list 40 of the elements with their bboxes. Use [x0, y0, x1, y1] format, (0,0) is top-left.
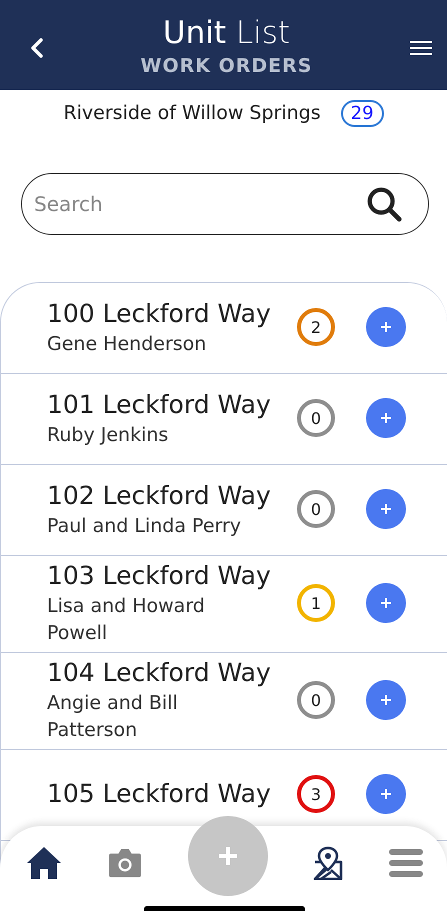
add-button[interactable]	[366, 307, 406, 347]
screen-title: Unit List	[162, 14, 290, 53]
add-button[interactable]	[366, 489, 406, 529]
unit-address: 102 Leckford Way	[47, 480, 272, 512]
property-name: Riverside of Willow Springs	[63, 102, 321, 124]
work-order-count: 0	[297, 681, 335, 719]
unit-address: 105 Leckford Way	[47, 778, 272, 810]
resident-name: Paul and Linda Perry	[47, 514, 242, 538]
resident-name: Gene Henderson	[47, 332, 208, 356]
map-pin-icon[interactable]	[313, 846, 344, 880]
add-button[interactable]	[366, 774, 406, 814]
resident-name: Angie and Bill Patterson	[47, 691, 179, 743]
plus-icon	[380, 503, 392, 515]
work-order-count: 0	[297, 490, 335, 528]
work-order-count: 2	[297, 308, 335, 346]
unit-address: 104 Leckford Way	[47, 657, 272, 689]
resident-name: Lisa and Howard Powell	[47, 594, 206, 646]
add-button[interactable]	[366, 583, 406, 623]
unit-address: 100 Leckford Way	[47, 298, 272, 330]
work-order-count: 0	[297, 399, 335, 437]
plus-icon	[380, 694, 392, 706]
plus-icon	[380, 788, 392, 800]
unit-count-badge: 29	[340, 100, 384, 126]
search-icon[interactable]	[365, 185, 403, 223]
plus-icon	[218, 846, 238, 866]
work-order-count: 3	[297, 775, 335, 813]
back-icon[interactable]	[30, 38, 44, 58]
add-button[interactable]	[366, 680, 406, 720]
plus-icon	[380, 321, 392, 333]
unit-address: 103 Leckford Way	[47, 560, 272, 592]
plus-icon	[380, 597, 392, 609]
plus-icon	[380, 412, 392, 424]
unit-address: 101 Leckford Way	[47, 388, 272, 420]
add-button[interactable]	[366, 398, 406, 438]
work-order-count: 1	[297, 584, 335, 622]
resident-name: Ruby Jenkins	[47, 422, 170, 448]
camera-icon[interactable]	[108, 848, 142, 878]
home-icon[interactable]	[26, 846, 62, 880]
search-field[interactable]: Search	[21, 173, 429, 235]
screen-subtitle: WORK ORDERS	[140, 55, 312, 77]
